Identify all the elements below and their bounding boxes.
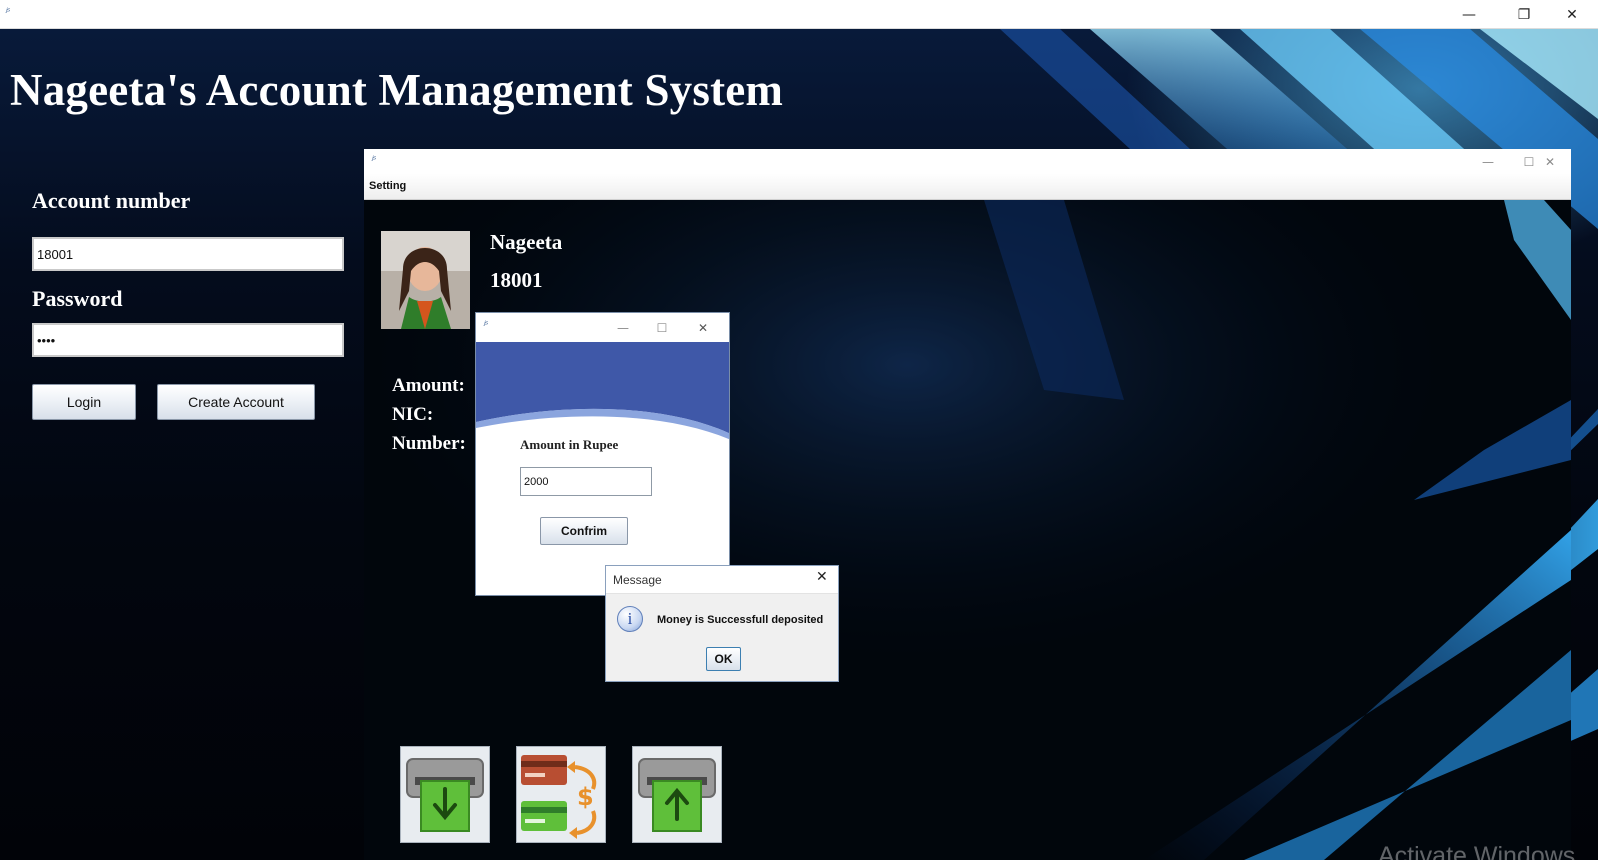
close-button[interactable]: ✕ bbox=[1552, 0, 1592, 29]
deposit-dialog: ʲˢ — ☐ ✕ Amount in Rupee 2000 Confrim bbox=[475, 312, 730, 596]
menu-setting[interactable]: Setting bbox=[369, 180, 406, 192]
confirm-button[interactable]: Confrim bbox=[540, 517, 628, 545]
transfer-icon: $ bbox=[521, 755, 597, 839]
deposit-header-banner bbox=[476, 342, 729, 440]
user-name: Nageeta bbox=[490, 230, 563, 254]
main-window-titlebar: ʲˢ — ❐ ✕ bbox=[0, 0, 1598, 29]
account-number-label: Account number bbox=[32, 188, 191, 213]
deposit-minimize-button[interactable]: — bbox=[608, 315, 638, 340]
info-icon: i bbox=[617, 606, 643, 632]
restore-button[interactable]: ❐ bbox=[1501, 0, 1547, 29]
activate-windows-watermark: Activate Windows bbox=[1378, 842, 1576, 860]
deposit-dialog-titlebar: ʲˢ — ☐ ✕ bbox=[476, 313, 729, 342]
create-account-button[interactable]: Create Account bbox=[157, 384, 315, 420]
amount-in-rupee-label: Amount in Rupee bbox=[520, 437, 619, 452]
profile-photo bbox=[381, 231, 470, 329]
password-field[interactable]: •••• bbox=[32, 323, 344, 357]
java-coffee-icon: ʲˢ bbox=[372, 155, 377, 166]
message-dialog: Message ✕ i Money is Successfull deposit… bbox=[605, 565, 839, 682]
message-dialog-titlebar: Message ✕ bbox=[606, 566, 838, 594]
number-label: Number: bbox=[392, 433, 466, 454]
amount-label: Amount: bbox=[392, 375, 465, 396]
ok-button[interactable]: OK bbox=[706, 647, 741, 671]
user-account-number: 18001 bbox=[490, 268, 543, 292]
message-text: Money is Successfull deposited bbox=[657, 614, 824, 626]
transfer-button[interactable]: $ bbox=[516, 746, 606, 843]
deposit-close-button[interactable]: ✕ bbox=[688, 315, 718, 340]
login-button[interactable]: Login bbox=[32, 384, 136, 420]
account-number-field[interactable]: 18001 bbox=[32, 237, 344, 271]
withdraw-icon bbox=[638, 758, 716, 832]
dashboard-close-button[interactable]: ✕ bbox=[1530, 149, 1570, 174]
message-close-icon[interactable]: ✕ bbox=[816, 569, 828, 585]
password-label: Password bbox=[32, 286, 123, 311]
nic-label: NIC: bbox=[392, 404, 434, 425]
deposit-maximize-button[interactable]: ☐ bbox=[647, 315, 677, 340]
dashboard-minimize-button[interactable]: — bbox=[1468, 149, 1508, 174]
java-coffee-icon: ʲˢ bbox=[484, 320, 489, 331]
minimize-button[interactable]: — bbox=[1446, 0, 1492, 29]
message-dialog-title: Message bbox=[613, 573, 662, 587]
svg-text:$: $ bbox=[577, 783, 594, 811]
java-coffee-icon: ʲˢ bbox=[6, 7, 11, 18]
amount-input[interactable]: 2000 bbox=[520, 467, 652, 496]
deposit-icon bbox=[406, 758, 484, 832]
deposit-button[interactable] bbox=[400, 746, 490, 843]
avatar-icon bbox=[381, 231, 470, 329]
withdraw-button[interactable] bbox=[632, 746, 722, 843]
app-title: Nageeta's Account Management System bbox=[10, 65, 784, 115]
dashboard-titlebar: ʲˢ — ☐ ✕ bbox=[364, 149, 1571, 174]
dashboard-menubar: Setting bbox=[364, 174, 1571, 200]
